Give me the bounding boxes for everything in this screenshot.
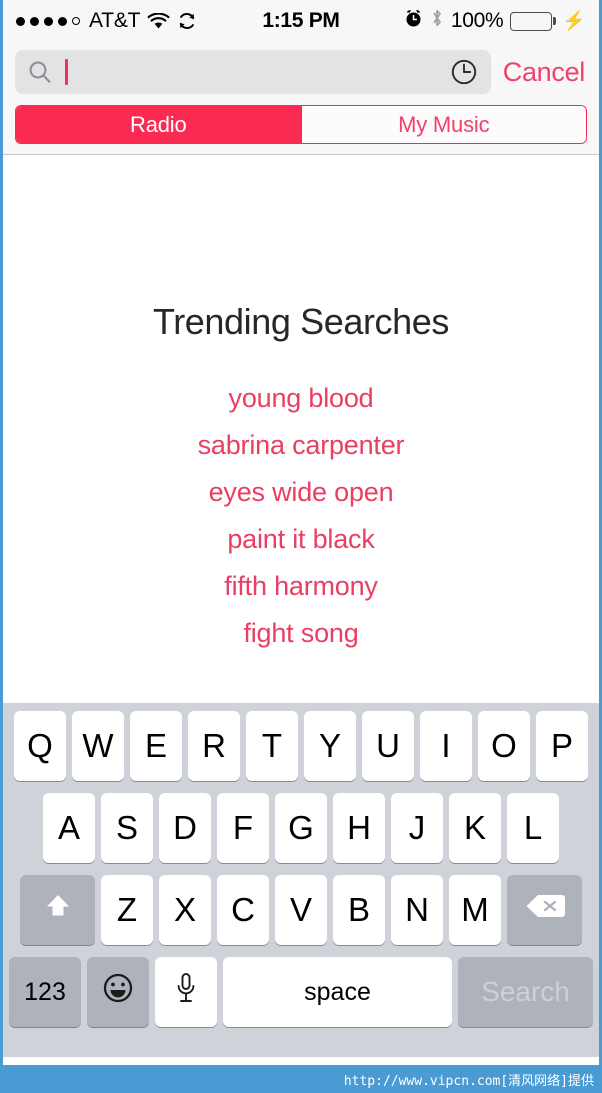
key-u[interactable]: U — [362, 711, 414, 781]
key-i[interactable]: I — [420, 711, 472, 781]
tab-radio[interactable]: Radio — [16, 106, 301, 143]
key-o[interactable]: O — [478, 711, 530, 781]
keyboard-row-4: 123 space Search — [6, 957, 596, 1027]
key-a[interactable]: A — [43, 793, 95, 863]
keyboard-row-3: Z X C V B N M — [6, 875, 596, 945]
battery-icon — [510, 11, 553, 31]
dictation-key[interactable] — [155, 957, 217, 1027]
battery-percentage: 100% — [450, 9, 504, 32]
key-n[interactable]: N — [391, 875, 443, 945]
microphone-icon — [174, 971, 198, 1013]
trending-searches-panel: Trending Searches young blood sabrina ca… — [3, 155, 599, 703]
signal-dot-filled — [44, 16, 53, 26]
signal-dot-filled — [58, 16, 67, 26]
shift-arrow-icon — [41, 890, 75, 930]
search-nav-area: Cancel Radio My Music — [3, 42, 599, 155]
list-item[interactable]: fight song — [3, 610, 599, 657]
carrier-label: AT&T — [89, 9, 141, 32]
key-y[interactable]: Y — [304, 711, 356, 781]
key-j[interactable]: J — [391, 793, 443, 863]
phone-screen: AT&T 1:15 PM 100% ⚡ Cancel Radio My Musi… — [0, 0, 602, 1093]
key-t[interactable]: T — [246, 711, 298, 781]
bluetooth-icon — [430, 8, 444, 34]
delete-key[interactable] — [507, 875, 582, 945]
keyboard-row-1: Q W E R T Y U I O P — [6, 711, 596, 781]
cancel-button[interactable]: Cancel — [501, 57, 587, 88]
search-key[interactable]: Search — [458, 957, 593, 1027]
magnifier-icon — [27, 59, 53, 85]
signal-dot-filled — [30, 16, 39, 26]
text-cursor — [65, 59, 68, 85]
search-row: Cancel — [15, 50, 587, 94]
sync-icon — [177, 11, 197, 31]
key-v[interactable]: V — [275, 875, 327, 945]
clock-history-icon[interactable] — [449, 57, 479, 87]
onscreen-keyboard: Q W E R T Y U I O P A S D F G H J K L Z … — [3, 703, 599, 1057]
signal-dot-filled — [16, 16, 25, 26]
key-d[interactable]: D — [159, 793, 211, 863]
wifi-icon — [147, 12, 170, 30]
key-c[interactable]: C — [217, 875, 269, 945]
keyboard-row-2: A S D F G H J K L — [6, 793, 596, 863]
key-b[interactable]: B — [333, 875, 385, 945]
signal-strength-dots — [16, 16, 80, 26]
list-item[interactable]: paint it black — [3, 516, 599, 563]
page-title: Trending Searches — [152, 301, 450, 342]
search-input[interactable] — [15, 50, 491, 94]
key-l[interactable]: L — [507, 793, 559, 863]
space-key[interactable]: space — [223, 957, 452, 1027]
lightning-bolt-icon: ⚡ — [562, 11, 586, 32]
tab-my-music[interactable]: My Music — [300, 106, 586, 143]
backspace-delete-icon — [524, 891, 566, 929]
watermark: http://www.vipcn.com[清风网络]提供 — [3, 1065, 599, 1093]
list-item[interactable]: sabrina carpenter — [3, 422, 599, 469]
key-r[interactable]: R — [188, 711, 240, 781]
smiley-emoji-icon — [101, 971, 135, 1013]
key-m[interactable]: M — [449, 875, 501, 945]
key-g[interactable]: G — [275, 793, 327, 863]
key-w[interactable]: W — [72, 711, 124, 781]
numbers-key[interactable]: 123 — [9, 957, 81, 1027]
trending-list: young blood sabrina carpenter eyes wide … — [3, 375, 599, 657]
signal-dot-empty — [72, 17, 80, 25]
key-f[interactable]: F — [217, 793, 269, 863]
list-item[interactable]: eyes wide open — [3, 469, 599, 516]
watermark-text: http://www.vipcn.com[清风网络]提供 — [343, 1073, 594, 1089]
list-item[interactable]: fifth harmony — [3, 563, 599, 610]
segmented-control: Radio My Music — [15, 105, 587, 144]
emoji-key[interactable] — [87, 957, 149, 1027]
key-h[interactable]: H — [333, 793, 385, 863]
status-bar-left: AT&T — [16, 9, 197, 33]
status-bar-right: 100% ⚡ — [404, 8, 586, 34]
shift-key[interactable] — [20, 875, 95, 945]
key-k[interactable]: K — [449, 793, 501, 863]
key-x[interactable]: X — [159, 875, 211, 945]
key-s[interactable]: S — [101, 793, 153, 863]
list-item[interactable]: young blood — [3, 375, 599, 422]
key-p[interactable]: P — [536, 711, 588, 781]
key-e[interactable]: E — [130, 711, 182, 781]
alarm-clock-icon — [404, 9, 423, 34]
status-bar: AT&T 1:15 PM 100% ⚡ — [3, 0, 599, 42]
key-q[interactable]: Q — [14, 711, 66, 781]
key-z[interactable]: Z — [101, 875, 153, 945]
